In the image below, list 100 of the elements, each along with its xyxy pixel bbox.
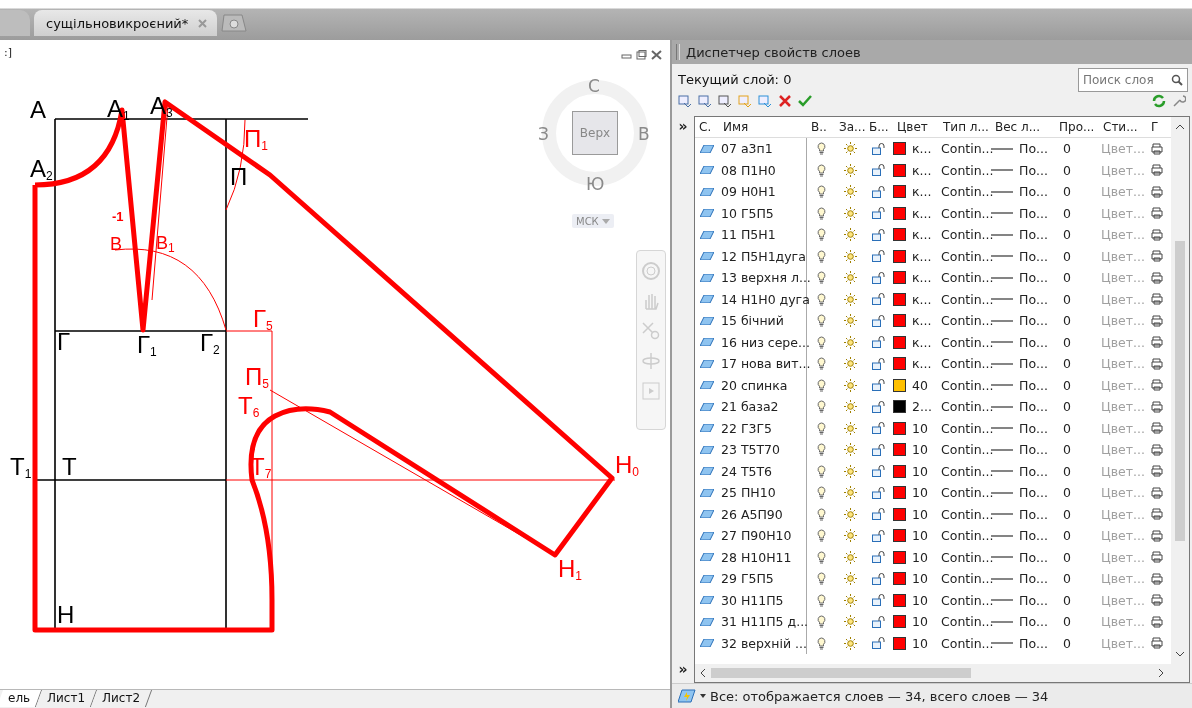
layer-name[interactable]: 30 Н11П5: [719, 589, 807, 611]
color-swatch[interactable]: [893, 507, 906, 521]
refresh-icon[interactable]: [1152, 94, 1166, 108]
layer-name[interactable]: 31 Н11П5 д...: [719, 611, 807, 633]
color-swatch[interactable]: [893, 271, 906, 285]
column-header[interactable]: С.: [695, 120, 719, 134]
column-header[interactable]: Цвет: [893, 120, 939, 134]
filter-icon[interactable]: [678, 94, 692, 108]
scroll-up-icon[interactable]: [1175, 123, 1185, 131]
viewport-label[interactable]: :]: [4, 46, 12, 59]
color-swatch[interactable]: [893, 593, 906, 607]
color-swatch[interactable]: [893, 400, 906, 414]
layer-name[interactable]: 29 Г5П5: [719, 568, 807, 590]
color-swatch[interactable]: [893, 529, 906, 543]
color-swatch[interactable]: [893, 615, 906, 629]
color-swatch[interactable]: [893, 378, 906, 392]
layer-icon: [700, 467, 714, 476]
unlocked-icon: [872, 615, 886, 628]
search-field[interactable]: Поиск слоя: [1078, 68, 1188, 92]
line-icon: [991, 211, 1013, 216]
layer-name[interactable]: 22 Г3Г5: [719, 417, 807, 439]
color-name: 10: [911, 485, 928, 501]
layer-name[interactable]: 09 Н0Н1: [719, 181, 807, 203]
checkmark-icon[interactable]: [798, 94, 812, 108]
color-swatch[interactable]: [893, 486, 906, 500]
layout-tab[interactable]: Лист1: [36, 690, 98, 707]
layer-name[interactable]: 24 Т5Т6: [719, 460, 807, 482]
layer-name[interactable]: 17 нова вит...: [719, 353, 807, 375]
layer-name[interactable]: 32 верхній ...: [719, 632, 807, 654]
color-swatch[interactable]: [893, 292, 906, 306]
caret-icon[interactable]: [700, 694, 706, 698]
color-swatch[interactable]: [893, 421, 906, 435]
printer-icon: [1151, 637, 1163, 650]
search-icon[interactable]: [1171, 74, 1183, 86]
column-header[interactable]: Вес л...: [991, 120, 1055, 134]
layout-tab[interactable]: ель: [0, 690, 43, 707]
new-viewport-layer-icon[interactable]: [758, 94, 772, 108]
layer-name[interactable]: 14 Н1Н0 дуга: [719, 288, 807, 310]
filter-icon[interactable]: [678, 689, 696, 703]
layer-name[interactable]: 15 бічний: [719, 310, 807, 332]
layer-name[interactable]: 20 спинка: [719, 374, 807, 396]
document-tab[interactable]: сущільновикроєний*: [34, 10, 218, 36]
column-header[interactable]: За...: [835, 120, 865, 134]
color-swatch[interactable]: [893, 443, 906, 457]
color-swatch[interactable]: [893, 636, 906, 650]
point-label: Г$_{2}$: [200, 331, 220, 359]
filter-icon[interactable]: [698, 94, 712, 108]
wrench-icon[interactable]: [1172, 94, 1186, 108]
restore-icon[interactable]: [636, 50, 647, 60]
layer-icon: [700, 187, 714, 196]
layer-states-icon[interactable]: [718, 94, 732, 108]
scroll-right-icon[interactable]: [1157, 668, 1165, 678]
layer-name[interactable]: 10 Г5П5: [719, 202, 807, 224]
layout-tab[interactable]: Лист2: [91, 690, 153, 707]
column-header[interactable]: Б...: [865, 120, 893, 134]
color-swatch[interactable]: [893, 314, 906, 328]
column-header[interactable]: Сти...: [1099, 120, 1147, 134]
bulb-icon: [816, 550, 826, 564]
layer-icon: [700, 166, 714, 175]
color-swatch[interactable]: [893, 228, 906, 242]
plot-style: Цвет...: [1100, 141, 1146, 157]
scroll-down-icon[interactable]: [1175, 650, 1185, 658]
layer-name[interactable]: 27 П90Н10: [719, 525, 807, 547]
column-header[interactable]: Имя: [719, 120, 807, 134]
layer-name[interactable]: 26 А5П90: [719, 503, 807, 525]
scroll-left-icon[interactable]: [699, 668, 707, 678]
expand-toggle[interactable]: »: [678, 118, 688, 134]
vertical-scrollbar[interactable]: [1171, 117, 1189, 664]
delete-icon[interactable]: [778, 94, 792, 108]
layer-name[interactable]: 11 П5Н1: [719, 224, 807, 246]
color-swatch[interactable]: [893, 550, 906, 564]
color-swatch[interactable]: [893, 357, 906, 371]
layer-name[interactable]: 07 а3п1: [719, 138, 807, 160]
color-swatch[interactable]: [893, 142, 906, 156]
column-header[interactable]: В..: [807, 120, 835, 134]
layer-name[interactable]: 23 Т5Т70: [719, 439, 807, 461]
layer-name[interactable]: 08 П1Н0: [719, 159, 807, 181]
column-header[interactable]: Г: [1147, 120, 1167, 134]
color-swatch[interactable]: [893, 206, 906, 220]
color-swatch[interactable]: [893, 249, 906, 263]
new-tab-icon[interactable]: [221, 14, 248, 32]
layer-name[interactable]: 21 база2: [719, 396, 807, 418]
column-header[interactable]: Тип л...: [939, 120, 991, 134]
plot-style: Цвет...: [1100, 614, 1146, 630]
layer-name[interactable]: 25 ПН10: [719, 482, 807, 504]
plot-style: Цвет...: [1100, 463, 1146, 479]
close-icon[interactable]: [651, 50, 662, 60]
bulb-icon: [816, 421, 826, 435]
color-swatch[interactable]: [893, 572, 906, 586]
expand-toggle[interactable]: »: [678, 661, 688, 677]
layer-name[interactable]: 12 П5Н1дуга: [719, 245, 807, 267]
color-swatch[interactable]: [893, 335, 906, 349]
layer-name[interactable]: 16 низ сере...: [719, 331, 807, 353]
column-header[interactable]: Про...: [1055, 120, 1099, 134]
color-swatch[interactable]: [893, 185, 906, 199]
layer-name[interactable]: 28 Н10Н11: [719, 546, 807, 568]
color-swatch[interactable]: [893, 464, 906, 478]
horizontal-scrollbar[interactable]: [695, 664, 1189, 682]
color-swatch[interactable]: [893, 163, 906, 177]
line-icon: [991, 598, 1013, 603]
